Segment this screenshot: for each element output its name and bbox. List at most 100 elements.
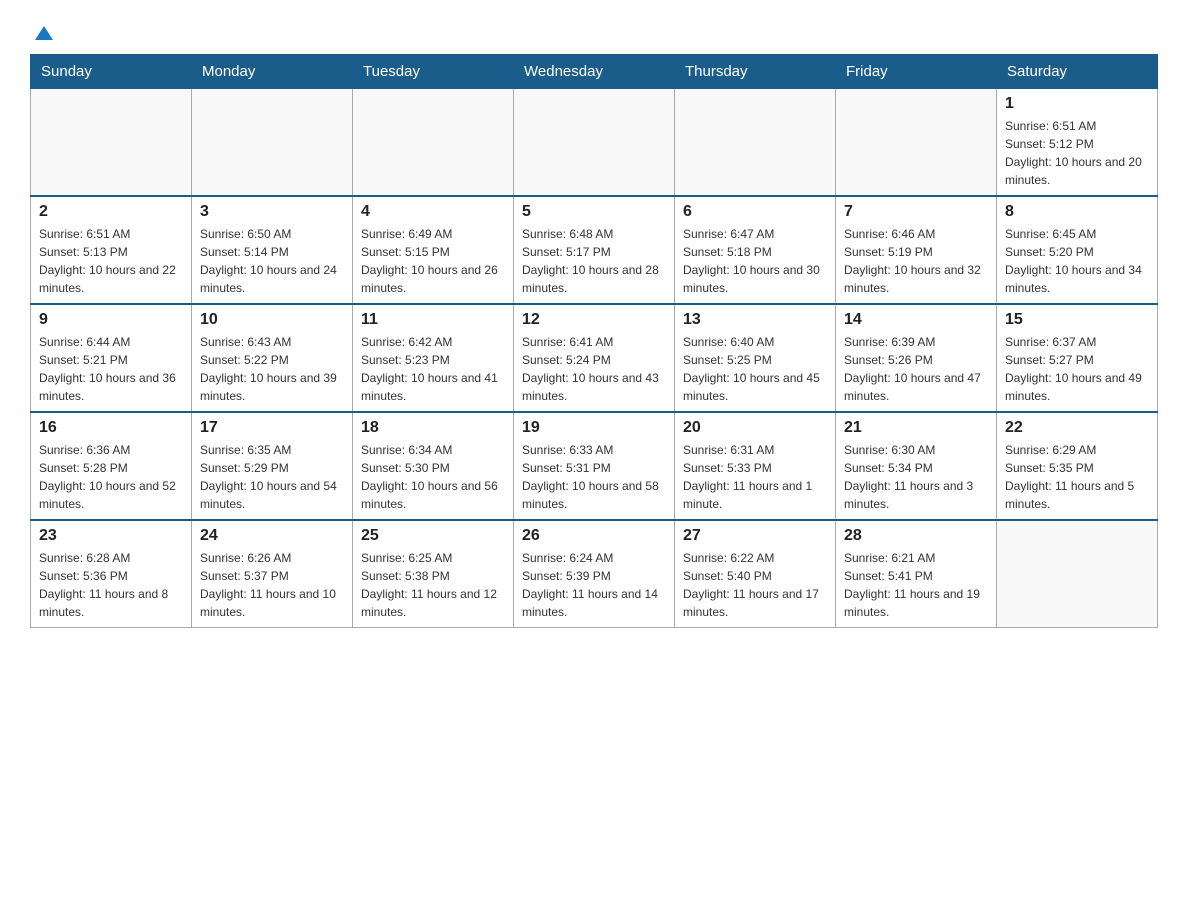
day-number: 17: [200, 419, 344, 437]
day-info: Sunrise: 6:41 AM Sunset: 5:24 PM Dayligh…: [522, 333, 666, 405]
calendar-cell: 10Sunrise: 6:43 AM Sunset: 5:22 PM Dayli…: [192, 304, 353, 412]
day-number: 25: [361, 527, 505, 545]
day-number: 5: [522, 203, 666, 221]
day-number: 2: [39, 203, 183, 221]
day-info: Sunrise: 6:22 AM Sunset: 5:40 PM Dayligh…: [683, 549, 827, 621]
logo-triangle-icon: [33, 22, 55, 44]
day-number: 21: [844, 419, 988, 437]
calendar-cell: 11 Sunrise: 6:42 AM Sunset: 5:23 PM Dayli…: [353, 304, 514, 412]
day-info: Sunrise: 6:26 AM Sunset: 5:37 PM Dayligh…: [200, 549, 344, 621]
calendar-cell: 23 Sunrise: 6:28 AM Sunset: 5:36 PM Dayli…: [31, 520, 192, 628]
day-info: Sunrise: 6:25 AM Sunset: 5:38 PM Dayligh…: [361, 549, 505, 621]
calendar-cell: 27 Sunrise: 6:22 AM Sunset: 5:40 PM Dayli…: [675, 520, 836, 628]
calendar-cell: 17 Sunrise: 6:35 AM Sunset: 5:29 PM Dayli…: [192, 412, 353, 520]
day-info: Sunrise: 6:34 AM Sunset: 5:30 PM Dayligh…: [361, 441, 505, 513]
day-info: Sunrise: 6:45 AM Sunset: 5:20 PM Dayligh…: [1005, 225, 1149, 297]
day-number: 3: [200, 203, 344, 221]
day-info: Sunrise: 6:40 AM Sunset: 5:25 PM Dayligh…: [683, 333, 827, 405]
calendar-cell: 18 Sunrise: 6:34 AM Sunset: 5:30 PM Dayli…: [353, 412, 514, 520]
day-info: Sunrise: 6:36 AM Sunset: 5:28 PM Dayligh…: [39, 441, 183, 513]
calendar-cell: 26 Sunrise: 6:24 AM Sunset: 5:39 PM Dayli…: [514, 520, 675, 628]
calendar-cell: [31, 89, 192, 197]
day-number: 4: [361, 203, 505, 221]
day-info: Sunrise: 6:51 AM Sunset: 5:13 PM Dayligh…: [39, 225, 183, 297]
calendar-cell: 16 Sunrise: 6:36 AM Sunset: 5:28 PM Dayli…: [31, 412, 192, 520]
calendar-cell: [353, 89, 514, 197]
day-number: 15: [1005, 311, 1149, 329]
day-number: 26: [522, 527, 666, 545]
day-info: Sunrise: 6:39 AM Sunset: 5:26 PM Dayligh…: [844, 333, 988, 405]
day-info: Sunrise: 6:42 AM Sunset: 5:23 PM Dayligh…: [361, 333, 505, 405]
day-number: 18: [361, 419, 505, 437]
day-info: Sunrise: 6:29 AM Sunset: 5:35 PM Dayligh…: [1005, 441, 1149, 513]
calendar-cell: 22Sunrise: 6:29 AM Sunset: 5:35 PM Dayli…: [997, 412, 1158, 520]
day-number: 6: [683, 203, 827, 221]
day-number: 23: [39, 527, 183, 545]
day-info: Sunrise: 6:28 AM Sunset: 5:36 PM Dayligh…: [39, 549, 183, 621]
day-number: 16: [39, 419, 183, 437]
calendar-cell: 8 Sunrise: 6:45 AM Sunset: 5:20 PM Daylig…: [997, 196, 1158, 304]
day-info: Sunrise: 6:35 AM Sunset: 5:29 PM Dayligh…: [200, 441, 344, 513]
day-info: Sunrise: 6:50 AM Sunset: 5:14 PM Dayligh…: [200, 225, 344, 297]
day-info: Sunrise: 6:30 AM Sunset: 5:34 PM Dayligh…: [844, 441, 988, 513]
weekday-header-row: SundayMondayTuesdayWednesdayThursdayFrid…: [31, 55, 1158, 89]
calendar-cell: 2 Sunrise: 6:51 AM Sunset: 5:13 PM Daylig…: [31, 196, 192, 304]
calendar-cell: 5 Sunrise: 6:48 AM Sunset: 5:17 PM Daylig…: [514, 196, 675, 304]
calendar-cell: 20 Sunrise: 6:31 AM Sunset: 5:33 PM Dayli…: [675, 412, 836, 520]
day-number: 19: [522, 419, 666, 437]
day-number: 20: [683, 419, 827, 437]
calendar-cell: 28 Sunrise: 6:21 AM Sunset: 5:41 PM Dayli…: [836, 520, 997, 628]
weekday-header-wednesday: Wednesday: [514, 55, 675, 89]
calendar-cell: 9Sunrise: 6:44 AM Sunset: 5:21 PM Daylig…: [31, 304, 192, 412]
day-number: 28: [844, 527, 988, 545]
calendar-cell: 15 Sunrise: 6:37 AM Sunset: 5:27 PM Dayli…: [997, 304, 1158, 412]
calendar-table: SundayMondayTuesdayWednesdayThursdayFrid…: [30, 54, 1158, 628]
day-info: Sunrise: 6:31 AM Sunset: 5:33 PM Dayligh…: [683, 441, 827, 513]
day-info: Sunrise: 6:21 AM Sunset: 5:41 PM Dayligh…: [844, 549, 988, 621]
calendar-cell: 24 Sunrise: 6:26 AM Sunset: 5:37 PM Dayli…: [192, 520, 353, 628]
calendar-cell: [997, 520, 1158, 628]
weekday-header-sunday: Sunday: [31, 55, 192, 89]
calendar-cell: [836, 89, 997, 197]
day-number: 8: [1005, 203, 1149, 221]
day-number: 14: [844, 311, 988, 329]
day-number: 27: [683, 527, 827, 545]
calendar-cell: 1Sunrise: 6:51 AM Sunset: 5:12 PM Daylig…: [997, 89, 1158, 197]
day-number: 11: [361, 311, 505, 329]
calendar-week-row: 1Sunrise: 6:51 AM Sunset: 5:12 PM Daylig…: [31, 89, 1158, 197]
logo: [30, 20, 55, 44]
day-info: Sunrise: 6:47 AM Sunset: 5:18 PM Dayligh…: [683, 225, 827, 297]
weekday-header-tuesday: Tuesday: [353, 55, 514, 89]
day-number: 10: [200, 311, 344, 329]
day-info: Sunrise: 6:24 AM Sunset: 5:39 PM Dayligh…: [522, 549, 666, 621]
calendar-cell: 6 Sunrise: 6:47 AM Sunset: 5:18 PM Daylig…: [675, 196, 836, 304]
calendar-cell: 12 Sunrise: 6:41 AM Sunset: 5:24 PM Dayli…: [514, 304, 675, 412]
day-info: Sunrise: 6:46 AM Sunset: 5:19 PM Dayligh…: [844, 225, 988, 297]
calendar-cell: [192, 89, 353, 197]
day-number: 1: [1005, 95, 1149, 113]
calendar-cell: 7Sunrise: 6:46 AM Sunset: 5:19 PM Daylig…: [836, 196, 997, 304]
calendar-week-row: 16 Sunrise: 6:36 AM Sunset: 5:28 PM Dayli…: [31, 412, 1158, 520]
day-number: 9: [39, 311, 183, 329]
day-number: 12: [522, 311, 666, 329]
day-info: Sunrise: 6:49 AM Sunset: 5:15 PM Dayligh…: [361, 225, 505, 297]
calendar-week-row: 2 Sunrise: 6:51 AM Sunset: 5:13 PM Daylig…: [31, 196, 1158, 304]
calendar-cell: [675, 89, 836, 197]
calendar-cell: 19 Sunrise: 6:33 AM Sunset: 5:31 PM Dayli…: [514, 412, 675, 520]
weekday-header-friday: Friday: [836, 55, 997, 89]
calendar-cell: 21 Sunrise: 6:30 AM Sunset: 5:34 PM Dayli…: [836, 412, 997, 520]
calendar-cell: 3 Sunrise: 6:50 AM Sunset: 5:14 PM Daylig…: [192, 196, 353, 304]
calendar-week-row: 9Sunrise: 6:44 AM Sunset: 5:21 PM Daylig…: [31, 304, 1158, 412]
day-number: 24: [200, 527, 344, 545]
calendar-cell: 25 Sunrise: 6:25 AM Sunset: 5:38 PM Dayli…: [353, 520, 514, 628]
weekday-header-monday: Monday: [192, 55, 353, 89]
day-info: Sunrise: 6:33 AM Sunset: 5:31 PM Dayligh…: [522, 441, 666, 513]
weekday-header-saturday: Saturday: [997, 55, 1158, 89]
day-info: Sunrise: 6:48 AM Sunset: 5:17 PM Dayligh…: [522, 225, 666, 297]
weekday-header-thursday: Thursday: [675, 55, 836, 89]
calendar-cell: 14 Sunrise: 6:39 AM Sunset: 5:26 PM Dayli…: [836, 304, 997, 412]
calendar-cell: 4 Sunrise: 6:49 AM Sunset: 5:15 PM Daylig…: [353, 196, 514, 304]
calendar-week-row: 23 Sunrise: 6:28 AM Sunset: 5:36 PM Dayli…: [31, 520, 1158, 628]
calendar-cell: 13Sunrise: 6:40 AM Sunset: 5:25 PM Dayli…: [675, 304, 836, 412]
day-info: Sunrise: 6:37 AM Sunset: 5:27 PM Dayligh…: [1005, 333, 1149, 405]
